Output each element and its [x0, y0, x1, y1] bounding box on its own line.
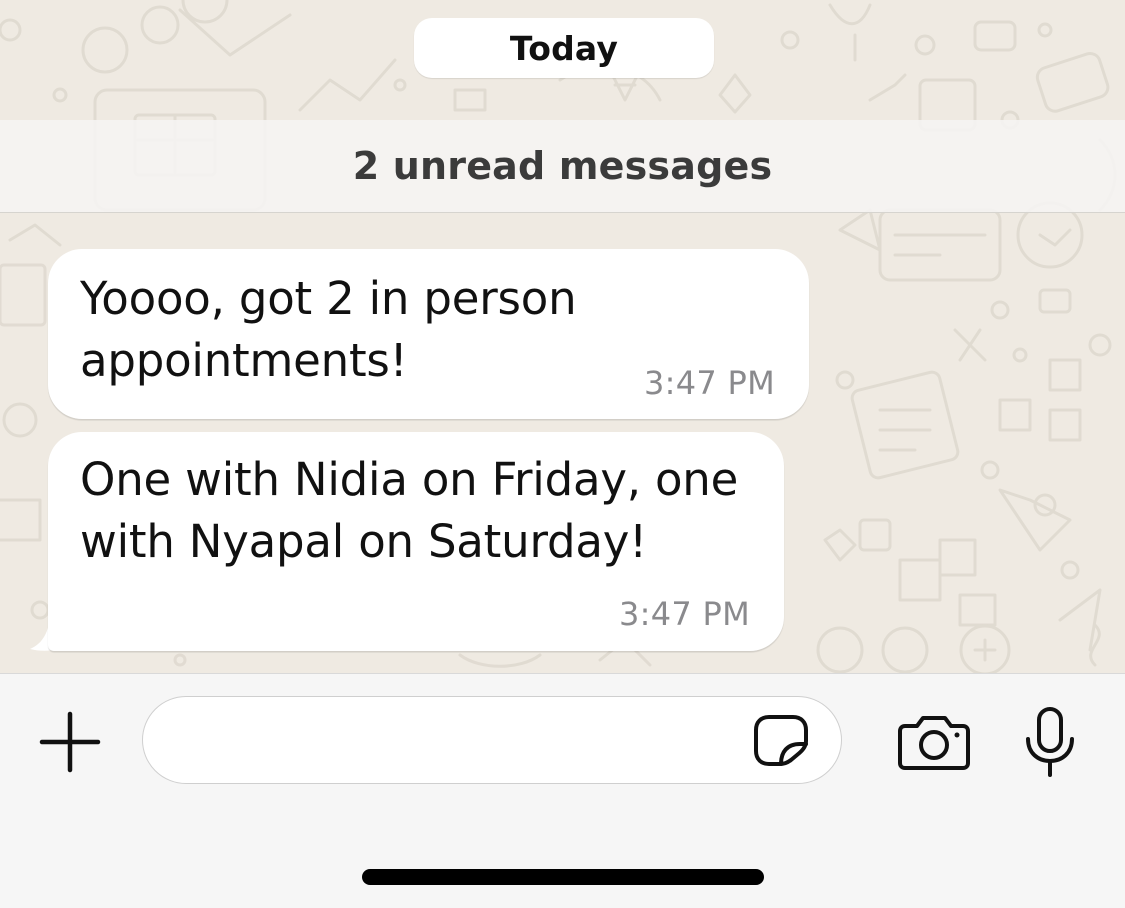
camera-icon	[898, 716, 970, 770]
camera-button[interactable]	[896, 710, 972, 774]
attach-button[interactable]	[38, 710, 102, 774]
plus-icon	[39, 711, 101, 773]
unread-messages-banner: 2 unread messages	[0, 120, 1125, 213]
message-timestamp: 3:47 PM	[618, 595, 750, 633]
message-bubble-incoming[interactable]: One with Nidia on Friday, one with Nyapa…	[48, 432, 784, 651]
sticker-button[interactable]	[751, 713, 811, 767]
microphone-icon	[1026, 707, 1074, 777]
message-input[interactable]	[171, 697, 735, 784]
home-indicator	[362, 869, 764, 885]
message-input-container[interactable]	[142, 696, 842, 784]
sticker-icon	[754, 715, 808, 766]
message-composer	[0, 673, 1125, 908]
microphone-button[interactable]	[1020, 704, 1080, 780]
message-timestamp: 3:47 PM	[643, 364, 775, 402]
date-divider: Today	[414, 18, 714, 78]
chat-area[interactable]: Today 2 unread messages Yoooo, got 2 in …	[0, 0, 1125, 673]
message-bubble-incoming[interactable]: Yoooo, got 2 in person appointments! 3:4…	[48, 249, 809, 419]
message-text: One with Nidia on Friday, one with Nyapa…	[80, 453, 739, 568]
